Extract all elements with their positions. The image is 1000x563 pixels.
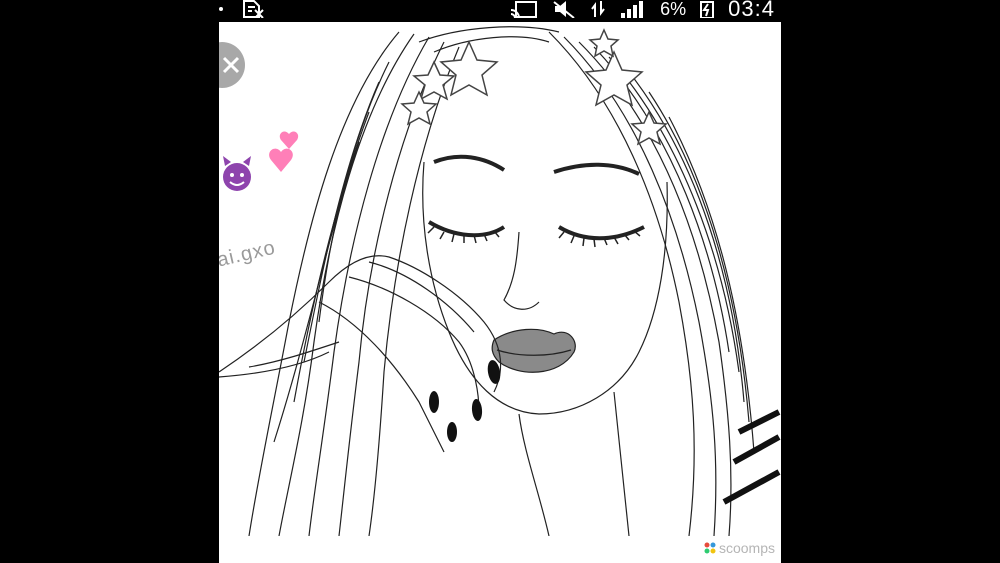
signal-strength-icon (620, 0, 646, 18)
image-viewer: ai.gxo (219, 22, 781, 536)
notification-dot (219, 7, 223, 11)
status-right-group: 6% 03:4 (510, 0, 775, 21)
brand-mark: scoomps (704, 540, 775, 556)
clock: 03:4 (728, 0, 775, 21)
no-sim-icon (241, 0, 265, 18)
status-left-group (219, 0, 265, 18)
smiling-devil-emoji (223, 156, 251, 191)
nail-2 (471, 399, 483, 421)
mute-icon (552, 0, 576, 18)
data-transfer-icon (590, 0, 606, 18)
close-icon (222, 56, 240, 74)
brand-logo-icon (704, 542, 716, 554)
two-hearts-emoji (269, 131, 299, 172)
cast-icon (510, 0, 538, 18)
brand-text: scoomps (718, 540, 775, 556)
emoji-stickers (219, 122, 309, 202)
battery-percent: 6% (660, 0, 687, 19)
nail-3 (429, 391, 439, 413)
girl-line-art-illustration (219, 26, 781, 536)
bottom-strip: scoomps (219, 536, 781, 563)
nail-4 (447, 422, 457, 442)
status-bar: 6% 03:4 (219, 0, 781, 22)
battery-charging-icon (700, 0, 715, 18)
